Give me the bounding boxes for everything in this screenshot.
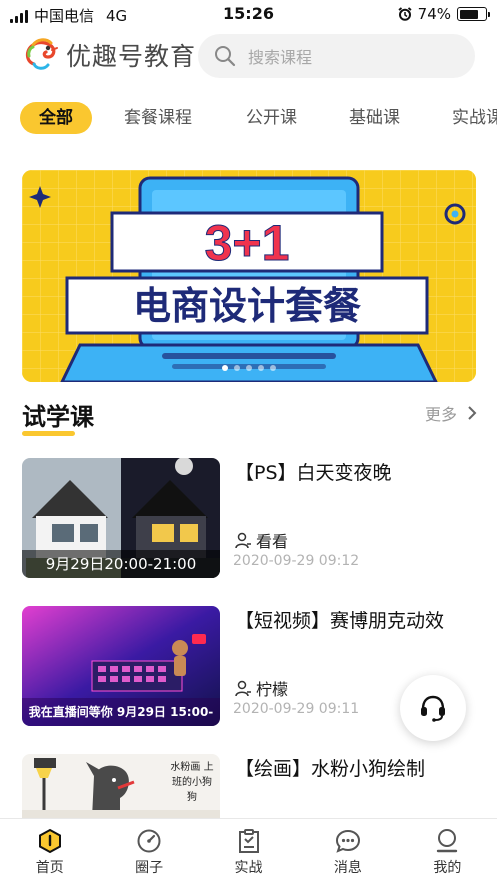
- brand-name: 优趣号教育: [66, 42, 197, 71]
- tab-all[interactable]: 全部: [20, 102, 92, 134]
- nav-messages[interactable]: 消息: [298, 819, 397, 883]
- search-icon: [215, 46, 236, 67]
- app-header: 优趣号教育 搜索课程: [0, 34, 497, 80]
- course-date: 2020-09-29 09:11: [233, 701, 360, 717]
- banner-headline: 3+1: [205, 215, 290, 271]
- tab-package-courses[interactable]: 套餐课程: [124, 102, 192, 134]
- alarm-icon: [398, 7, 412, 21]
- message-icon: [335, 829, 360, 853]
- course-date: 2020-09-29 09:12: [233, 553, 360, 569]
- profile-icon: [437, 829, 458, 853]
- user-icon: [235, 680, 251, 696]
- chevron-right-icon: [468, 406, 477, 420]
- bottom-navigation: 首页 圈子 实战 消息 我的: [0, 818, 497, 883]
- thumbnail-caption: 9月29日20:00-21:00: [22, 550, 220, 578]
- pagination-dot[interactable]: [246, 365, 252, 371]
- status-right: 74%: [398, 5, 490, 23]
- nav-circle[interactable]: 圈子: [99, 819, 198, 883]
- home-icon: [38, 828, 61, 854]
- nav-practice-label: 实战: [234, 860, 263, 876]
- more-link[interactable]: 更多: [425, 401, 477, 425]
- course-thumbnail[interactable]: 我在直播间等你 9月29日 15:00--16:00: [22, 606, 220, 726]
- search-input[interactable]: 搜索课程: [248, 44, 312, 68]
- tab-basic-courses[interactable]: 基础课: [349, 102, 400, 134]
- customer-support-button[interactable]: [400, 675, 466, 741]
- course-author-name: 看看: [256, 532, 289, 551]
- nav-profile[interactable]: 我的: [398, 819, 497, 883]
- nav-home-label: 首页: [35, 860, 64, 876]
- status-bar: 中国电信 4G 15:26 74%: [0, 0, 497, 30]
- pagination-dot[interactable]: [222, 365, 228, 371]
- course-thumbnail[interactable]: 9月29日20:00-21:00: [22, 458, 220, 578]
- more-label: 更多: [424, 405, 457, 424]
- compass-icon: [137, 829, 161, 853]
- course-item[interactable]: 9月29日20:00-21:00 【PS】白天变夜晚 看看 2020-09-29…: [22, 458, 477, 578]
- pagination-dot[interactable]: [258, 365, 264, 371]
- thumbnail-caption: 水粉画 上班的小狗狗: [170, 762, 214, 803]
- chameleon-logo-icon: [25, 38, 58, 70]
- nav-circle-label: 圈子: [135, 860, 164, 876]
- nav-profile-label: 我的: [433, 860, 462, 876]
- headset-icon: [421, 695, 445, 722]
- nav-messages-label: 消息: [333, 860, 362, 876]
- course-title[interactable]: 【短视频】赛博朋克动效: [235, 606, 444, 633]
- course-author-name: 柠檬: [256, 680, 289, 699]
- pagination-dot[interactable]: [234, 365, 240, 371]
- course-author: 看看: [235, 528, 288, 552]
- course-title[interactable]: 【绘画】水粉小狗绘制: [235, 754, 425, 781]
- pagination-dot[interactable]: [270, 365, 276, 371]
- search-bar[interactable]: 搜索课程: [198, 34, 475, 78]
- thumbnail-caption: 我在直播间等你 9月29日 15:00--16:00: [22, 698, 220, 726]
- tab-practical-courses[interactable]: 实战课: [452, 102, 497, 134]
- brand-logo[interactable]: 优趣号教育: [22, 36, 196, 74]
- course-title[interactable]: 【PS】白天变夜晚: [235, 458, 392, 485]
- category-tabs: 全部 套餐课程 公开课 基础课 实战课: [20, 102, 497, 134]
- nav-home[interactable]: 首页: [0, 819, 99, 883]
- course-author: 柠檬: [235, 676, 288, 700]
- section-title: 试学课: [22, 403, 94, 431]
- battery-icon: [457, 7, 490, 21]
- promo-banner[interactable]: 3+1 电商设计套餐: [22, 170, 476, 382]
- nav-practice[interactable]: 实战: [199, 819, 298, 883]
- banner-subtitle: 电商设计套餐: [133, 284, 361, 328]
- user-icon: [235, 532, 251, 548]
- tab-open-courses[interactable]: 公开课: [246, 102, 297, 134]
- clipboard-icon: [238, 829, 259, 853]
- battery-percent: 74%: [417, 5, 451, 23]
- course-thumbnail[interactable]: 水粉画 上班的小狗狗: [22, 754, 220, 818]
